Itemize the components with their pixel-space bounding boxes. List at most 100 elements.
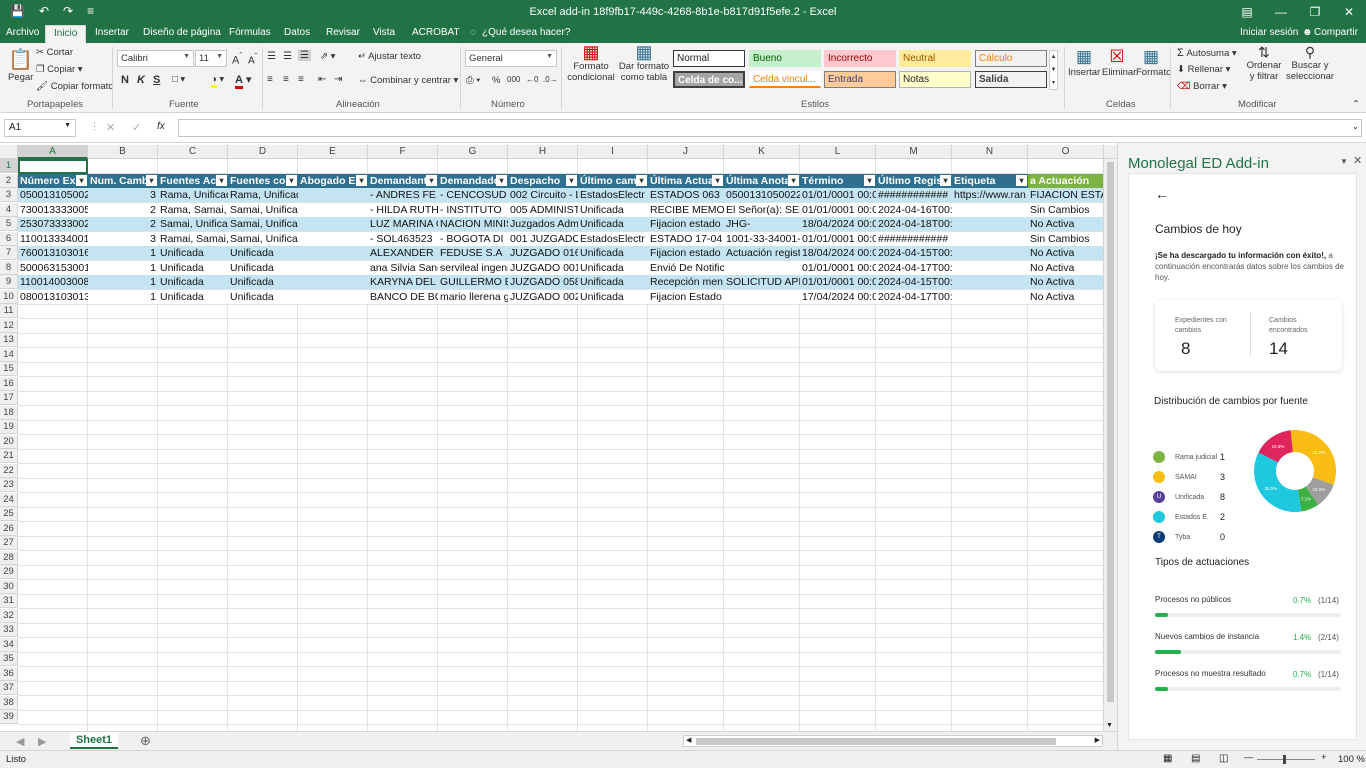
row-header[interactable]: 38 — [0, 695, 18, 710]
zoom-slider[interactable] — [1257, 759, 1315, 760]
row-header[interactable]: 25 — [0, 507, 18, 521]
column-header-K[interactable]: K — [724, 145, 800, 159]
table-cell[interactable]: mario llerena g — [438, 290, 508, 304]
decrease-indent-icon[interactable]: ⇤ — [318, 74, 326, 85]
table-cell[interactable] — [298, 217, 368, 231]
style-bueno[interactable]: Bueno — [749, 50, 821, 67]
row-header[interactable]: 15 — [0, 362, 18, 376]
table-cell[interactable]: 0500131050022 — [724, 188, 800, 202]
row-header[interactable]: 35 — [0, 652, 18, 666]
filter-dropdown-icon[interactable]: ▾ — [940, 174, 951, 186]
fill-button[interactable]: ⬇ Rellenar ▾ — [1177, 64, 1230, 75]
sort-filter-button[interactable]: ⇅ Ordenar y filtrar — [1243, 45, 1285, 82]
table-cell[interactable]: Unificada — [228, 290, 298, 304]
tab-vista[interactable]: Vista — [373, 27, 395, 38]
table-cell[interactable]: 253073333002 — [18, 217, 88, 231]
row-header[interactable]: 13 — [0, 333, 18, 347]
table-cell[interactable]: Unificada — [158, 275, 228, 289]
table-cell[interactable]: JUZGADO 058 — [508, 275, 578, 289]
selected-cell-a1[interactable] — [18, 159, 88, 174]
clear-button[interactable]: ⌫ Borrar ▾ — [1177, 81, 1227, 92]
row-header[interactable]: 33 — [0, 623, 18, 637]
table-cell[interactable]: Unificada — [578, 290, 648, 304]
row-header[interactable]: 16 — [0, 376, 18, 391]
signin-link[interactable]: Iniciar sesión — [1240, 27, 1298, 38]
table-cell[interactable]: FEDUSE S.A — [438, 246, 508, 260]
table-cell[interactable]: 1 — [88, 290, 158, 304]
pane-options-icon[interactable]: ▼ — [1340, 157, 1348, 166]
table-cell[interactable]: JUZGADO 016 — [508, 246, 578, 260]
row-header[interactable]: 28 — [0, 550, 18, 565]
table-cell[interactable]: Recepción men — [648, 275, 724, 289]
filter-dropdown-icon[interactable]: ▾ — [146, 174, 157, 186]
table-cell[interactable]: Unificada — [228, 275, 298, 289]
table-cell[interactable] — [952, 203, 1028, 217]
column-header-L[interactable]: L — [800, 145, 876, 159]
prev-sheet-icon[interactable]: ◀ — [16, 735, 24, 748]
pane-close-icon[interactable]: ✕ — [1353, 154, 1362, 167]
table-cell[interactable]: 2024-04-16T00:00:00 — [876, 203, 952, 217]
sheet-tab-sheet1[interactable]: Sheet1 — [70, 732, 118, 749]
table-cell[interactable]: servileal ingeni — [438, 261, 508, 275]
tab-diseno[interactable]: Diseño de página — [143, 27, 221, 38]
conditional-format-button[interactable]: ▦ Formato condicional — [566, 43, 616, 83]
expand-formula-icon[interactable]: ⌄ — [1352, 122, 1359, 131]
table-header-cell[interactable]: Demandant ▾ — [368, 173, 438, 188]
row-header[interactable]: 11 — [0, 304, 18, 318]
row-header[interactable]: 26 — [0, 521, 18, 536]
find-select-button[interactable]: ⚲ Buscar y seleccionar — [1285, 45, 1335, 82]
filter-dropdown-icon[interactable]: ▾ — [496, 174, 507, 186]
filter-dropdown-icon[interactable]: ▾ — [426, 174, 437, 186]
table-cell[interactable]: - BOGOTA DI — [438, 232, 508, 246]
h-scroll-thumb[interactable] — [696, 738, 1056, 745]
table-cell[interactable]: - ANDRES FE — [368, 188, 438, 202]
normal-view-icon[interactable]: ▦ — [1163, 753, 1172, 764]
row-header[interactable]: 17 — [0, 391, 18, 405]
table-cell[interactable]: 760013103016 — [18, 246, 88, 260]
table-header-cell[interactable]: Número Ex ▾ — [18, 173, 88, 188]
column-header-P[interactable]: P — [1104, 145, 1117, 159]
row-header[interactable]: 19 — [0, 420, 18, 434]
row-header[interactable]: 5 — [0, 217, 18, 231]
table-cell[interactable]: 050013105002 — [18, 188, 88, 202]
table-cell[interactable]: ############ — [876, 188, 952, 202]
row-header[interactable]: 10 — [0, 289, 18, 304]
tab-datos[interactable]: Datos — [284, 27, 310, 38]
row-header[interactable]: 23 — [0, 478, 18, 492]
select-all-corner[interactable] — [0, 145, 18, 159]
row-header[interactable]: 30 — [0, 579, 18, 594]
next-sheet-icon[interactable]: ▶ — [38, 735, 46, 748]
filter-dropdown-icon[interactable]: ▾ — [76, 174, 87, 186]
row-header[interactable]: 1 — [0, 159, 18, 173]
zoom-in-icon[interactable]: + — [1321, 752, 1327, 763]
table-cell[interactable]: 01/01/0001 00:0 — [800, 275, 876, 289]
table-cell[interactable]: RECIBE MEMO — [648, 203, 724, 217]
table-cell[interactable]: 2024-04-17T00:00:00 — [876, 261, 952, 275]
fill-color-button[interactable]: ◑ ▾ — [211, 74, 224, 88]
tab-acrobat[interactable]: ACROBAT — [412, 27, 460, 38]
table-cell[interactable]: Actuación regist — [724, 246, 800, 260]
table-cell[interactable]: Ramai, Samai, — [158, 232, 228, 246]
filter-dropdown-icon[interactable]: ▾ — [864, 174, 875, 186]
table-cell[interactable] — [952, 246, 1028, 260]
table-cell[interactable]: Unificada — [578, 275, 648, 289]
table-cell[interactable]: - CENCOSUD — [438, 188, 508, 202]
scroll-thumb[interactable] — [1107, 162, 1114, 702]
collapse-ribbon-icon[interactable]: ⌃ — [1352, 99, 1360, 110]
table-cell[interactable]: Unificada — [228, 246, 298, 260]
align-left-icon[interactable]: ≡ — [267, 74, 273, 85]
zoom-level[interactable]: 100 % — [1338, 754, 1365, 765]
cancel-icon[interactable]: ✕ — [106, 121, 115, 134]
scroll-left-icon[interactable]: ◀ — [686, 736, 691, 744]
table-header-cell[interactable]: Última Actua ▾ — [648, 173, 724, 188]
formula-input[interactable] — [178, 119, 1362, 137]
table-cell[interactable]: Unificada — [158, 246, 228, 260]
tab-archivo[interactable]: Archivo — [6, 27, 39, 38]
table-cell[interactable] — [298, 290, 368, 304]
table-cell[interactable]: EstadosElectr — [578, 232, 648, 246]
insert-cells-button[interactable]: ▦ Insertar — [1068, 47, 1100, 78]
tab-revisar[interactable]: Revisar — [326, 27, 360, 38]
table-cell[interactable]: 2 — [88, 203, 158, 217]
column-header-J[interactable]: J — [648, 145, 724, 159]
tab-inicio[interactable]: Inicio — [45, 25, 87, 43]
